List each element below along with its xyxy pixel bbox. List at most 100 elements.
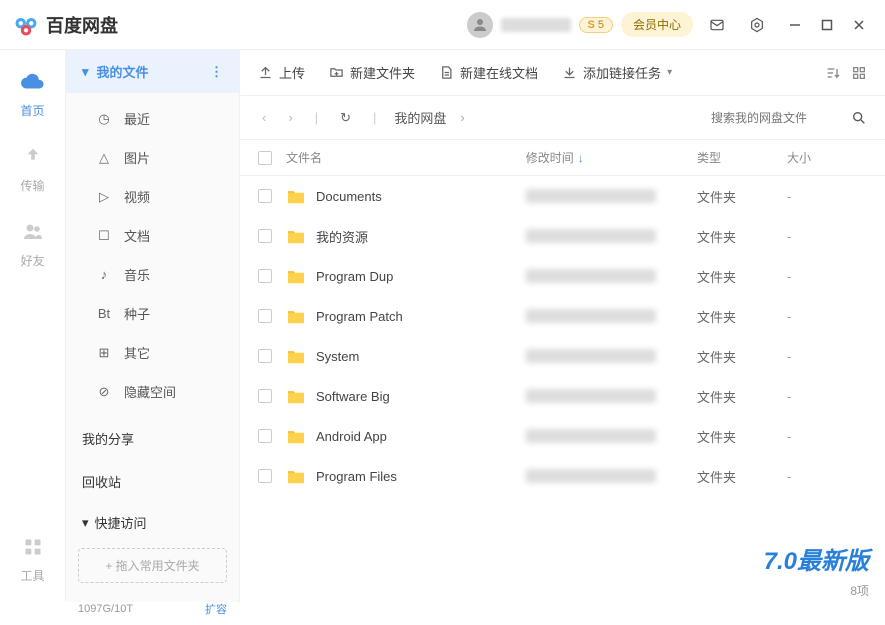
sidebar-myshare[interactable]: 我的分享: [66, 417, 239, 460]
folder-icon: [286, 348, 306, 364]
file-size: -: [787, 349, 867, 364]
sidebar-quickaccess[interactable]: ▾ 快捷访问: [66, 503, 239, 542]
statusbar: 8项: [834, 578, 885, 602]
mail-icon[interactable]: [701, 9, 733, 41]
sidebar-header-myfiles[interactable]: ▾ 我的文件 ⋮: [66, 50, 239, 93]
nav-friends[interactable]: 好友: [19, 218, 47, 269]
sidebar-item-5[interactable]: Bt种子: [66, 294, 239, 333]
file-row[interactable]: Program Files 文件夹 -: [240, 456, 885, 496]
file-name: Software Big: [316, 389, 390, 404]
file-type: 文件夹: [697, 427, 787, 446]
folder-icon: [286, 188, 306, 204]
sidebar-item-7[interactable]: ⊘隐藏空间: [66, 372, 239, 411]
transfer-icon: [19, 143, 47, 171]
sidebar-item-4[interactable]: ♪音乐: [66, 255, 239, 294]
more-icon[interactable]: ⋮: [210, 64, 223, 80]
row-checkbox[interactable]: [258, 389, 272, 403]
folder-icon: [286, 308, 306, 324]
file-size: -: [787, 389, 867, 404]
nav-transfer[interactable]: 传输: [19, 143, 47, 194]
sidebar-item-6[interactable]: ⊞其它: [66, 333, 239, 372]
row-checkbox[interactable]: [258, 349, 272, 363]
download-icon: [562, 65, 577, 80]
sidebar-item-3[interactable]: ☐文档: [66, 216, 239, 255]
column-date[interactable]: 修改时间 ↓: [526, 149, 697, 166]
category-icon: ◷: [96, 111, 112, 127]
sidebar-item-0[interactable]: ◷最近: [66, 99, 239, 138]
chevron-down-icon: ▾: [82, 64, 89, 80]
file-row[interactable]: Documents 文件夹 -: [240, 176, 885, 216]
search-icon[interactable]: [851, 110, 867, 126]
category-icon: ☐: [96, 228, 112, 244]
file-type: 文件夹: [697, 187, 787, 206]
chevron-down-icon: ▾: [82, 515, 89, 531]
settings-icon[interactable]: [741, 9, 773, 41]
file-size: -: [787, 429, 867, 444]
file-name: 我的资源: [316, 227, 368, 246]
add-link-button[interactable]: 添加链接任务 ▾: [562, 63, 672, 82]
upload-button[interactable]: 上传: [258, 63, 305, 82]
file-name: System: [316, 349, 359, 364]
nav-tools[interactable]: 工具: [19, 533, 47, 584]
select-all-checkbox[interactable]: [258, 151, 272, 165]
folder-icon: [286, 388, 306, 404]
file-row[interactable]: Software Big 文件夹 -: [240, 376, 885, 416]
search-input[interactable]: [711, 111, 841, 125]
row-checkbox[interactable]: [258, 309, 272, 323]
nav-home[interactable]: 首页: [19, 68, 47, 119]
folder-icon: [286, 268, 306, 284]
app-logo: 百度网盘: [12, 11, 118, 39]
level-badge[interactable]: S 5: [579, 17, 613, 33]
column-name[interactable]: 文件名: [286, 149, 526, 166]
refresh-icon[interactable]: ↻: [336, 110, 355, 126]
file-row[interactable]: System 文件夹 -: [240, 336, 885, 376]
row-checkbox[interactable]: [258, 269, 272, 283]
maximize-button[interactable]: [813, 11, 841, 39]
row-checkbox[interactable]: [258, 469, 272, 483]
version-watermark: 7.0最新版: [764, 541, 869, 576]
close-button[interactable]: [845, 11, 873, 39]
category-icon: ⊘: [96, 384, 112, 400]
user-avatar[interactable]: [467, 12, 493, 38]
pathbar: ‹ › | ↻ | 我的网盘 ›: [240, 96, 885, 140]
column-size[interactable]: 大小: [787, 149, 867, 166]
path-root[interactable]: 我的网盘: [394, 108, 446, 127]
sidebar-recycle[interactable]: 回收站: [66, 460, 239, 503]
file-date-redacted: [526, 349, 656, 363]
sidebar-item-2[interactable]: ▷视频: [66, 177, 239, 216]
app-name: 百度网盘: [46, 12, 118, 38]
file-date-redacted: [526, 309, 656, 323]
file-type: 文件夹: [697, 347, 787, 366]
row-checkbox[interactable]: [258, 229, 272, 243]
row-checkbox[interactable]: [258, 189, 272, 203]
file-row[interactable]: Android App 文件夹 -: [240, 416, 885, 456]
minimize-button[interactable]: [781, 11, 809, 39]
quick-add-dropzone[interactable]: + 拖入常用文件夹: [78, 548, 227, 583]
nav-forward[interactable]: ›: [284, 110, 296, 125]
file-type: 文件夹: [697, 387, 787, 406]
folder-icon: [286, 468, 306, 484]
category-icon: ⊞: [96, 345, 112, 361]
toolbar: 上传 新建文件夹 新建在线文档 添加链接任务 ▾: [240, 50, 885, 96]
file-row[interactable]: Program Patch 文件夹 -: [240, 296, 885, 336]
expand-storage-link[interactable]: 扩容: [205, 601, 227, 617]
file-name: Program Patch: [316, 309, 403, 324]
sidebar-item-1[interactable]: △图片: [66, 138, 239, 177]
new-folder-button[interactable]: 新建文件夹: [329, 63, 415, 82]
file-row[interactable]: Program Dup 文件夹 -: [240, 256, 885, 296]
grid-view-icon[interactable]: [851, 65, 867, 81]
new-doc-button[interactable]: 新建在线文档: [439, 63, 538, 82]
upload-icon: [258, 65, 273, 80]
row-checkbox[interactable]: [258, 429, 272, 443]
column-type[interactable]: 类型: [697, 149, 787, 166]
vip-center-button[interactable]: 会员中心: [621, 12, 693, 37]
file-row[interactable]: 我的资源 文件夹 -: [240, 216, 885, 256]
file-name: Documents: [316, 189, 382, 204]
file-size: -: [787, 269, 867, 284]
file-name: Android App: [316, 429, 387, 444]
category-icon: ▷: [96, 189, 112, 205]
nav-back[interactable]: ‹: [258, 110, 270, 125]
sort-icon[interactable]: [825, 65, 841, 81]
category-icon: △: [96, 150, 112, 166]
folder-icon: [286, 228, 306, 244]
